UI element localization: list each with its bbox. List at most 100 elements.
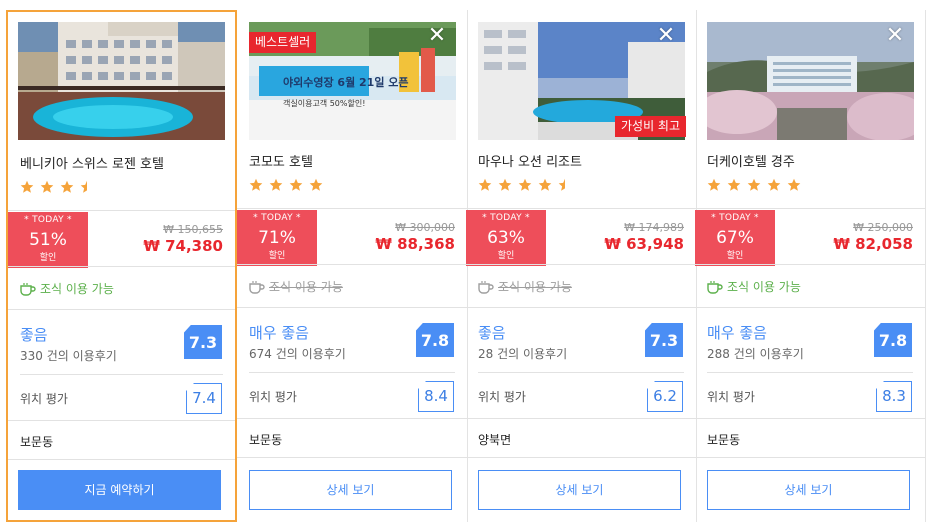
star-rating — [20, 180, 95, 196]
location-score-badge: 8.3 — [876, 381, 912, 412]
star-full-icon — [309, 178, 323, 191]
star-full-icon — [249, 178, 263, 191]
hotel-name[interactable]: 마우나 오션 리조트 — [478, 151, 582, 170]
star-rating — [707, 178, 802, 194]
bestseller-badge: 베스트셀러 — [249, 32, 317, 53]
hotel-name[interactable]: 코모도 호텔 — [249, 151, 313, 170]
divider — [695, 418, 925, 419]
review-score-badge: 7.8 — [874, 323, 912, 357]
star-full-icon — [727, 178, 741, 191]
rating-word: 좋음 — [20, 326, 48, 344]
view-details-button[interactable]: 상세 보기 — [249, 470, 452, 510]
book-now-button[interactable]: 지금 예약하기 — [18, 470, 221, 510]
divider — [466, 264, 696, 265]
star-rating — [249, 178, 324, 194]
hotel-photo[interactable] — [707, 22, 914, 140]
divider — [466, 418, 696, 419]
divider — [237, 264, 467, 265]
breakfast-info: 조식 이용 가능 — [20, 280, 114, 297]
star-full-icon — [538, 178, 552, 191]
review-count[interactable]: 330 건의 이용후기 — [20, 347, 117, 364]
best-value-badge: 가성비 최고 — [614, 116, 686, 137]
discount-label: 할인 — [39, 253, 57, 263]
sale-price[interactable]: ₩ 88,368 — [375, 235, 455, 253]
hotel-card[interactable]: 야외수영장 6월 21일 오픈 객실이용고객 50%할인! 베스트셀러 ✕ 코모… — [237, 10, 468, 522]
star-full-icon — [20, 180, 34, 193]
star-rating — [478, 178, 573, 194]
star-full-icon — [788, 178, 801, 191]
discount-label: 할인 — [497, 251, 515, 261]
hotel-photo-image — [18, 22, 225, 140]
hotel-photo[interactable] — [18, 22, 225, 140]
divider — [707, 372, 913, 373]
divider — [8, 309, 235, 310]
original-price: ₩ 250,000 — [853, 221, 913, 234]
original-price: ₩ 174,989 — [624, 221, 684, 234]
location-rating-label: 위치 평가 — [249, 390, 297, 404]
review-score-badge: 7.8 — [416, 323, 454, 357]
discount-percent: 51% — [29, 230, 67, 250]
view-details-button[interactable]: 상세 보기 — [478, 470, 681, 510]
review-count[interactable]: 28 건의 이용후기 — [478, 345, 567, 362]
discount-percent: 63% — [487, 228, 525, 248]
today-label: * TODAY * — [482, 213, 530, 223]
star-full-icon — [289, 178, 303, 191]
discount-label: 할인 — [726, 251, 744, 261]
view-details-button[interactable]: 상세 보기 — [707, 470, 910, 510]
hotel-name[interactable]: 더케이호텔 경주 — [707, 151, 795, 170]
sale-price[interactable]: ₩ 82,058 — [833, 235, 913, 253]
hotel-area: 보문동 — [707, 433, 741, 447]
star-full-icon — [518, 178, 532, 191]
rating-word: 매우 좋음 — [707, 324, 767, 342]
breakfast-info: 조식 이용 가능 — [478, 278, 572, 295]
sale-price[interactable]: ₩ 74,380 — [143, 237, 223, 255]
breakfast-info: 조식 이용 가능 — [249, 278, 343, 295]
divider — [8, 420, 235, 421]
divider — [466, 307, 696, 308]
breakfast-info: 조식 이용 가능 — [707, 278, 801, 295]
today-deal-badge: * TODAY * 63% 할인 — [466, 210, 546, 266]
divider — [237, 418, 467, 419]
hotel-card[interactable]: 베니키아 스위스 로젠 호텔 * TODAY * 51% 할인 ₩ 150,65… — [6, 10, 237, 522]
hotel-card[interactable]: ✕ 더케이호텔 경주 * TODAY * 67% 할인 ₩ 250,000 ₩ … — [695, 10, 926, 522]
sale-price[interactable]: ₩ 63,948 — [604, 235, 684, 253]
review-count[interactable]: 674 건의 이용후기 — [249, 345, 346, 362]
star-full-icon — [60, 180, 74, 193]
today-label: * TODAY * — [24, 215, 72, 225]
hotel-card[interactable]: 가성비 최고 ✕ 마우나 오션 리조트 * TODAY * 63% 할인 ₩ 1… — [466, 10, 697, 522]
location-score-badge: 6.2 — [647, 381, 683, 412]
discount-percent: 67% — [716, 228, 754, 248]
divider — [8, 266, 235, 267]
close-icon[interactable]: ✕ — [427, 25, 447, 47]
hotel-name[interactable]: 베니키아 스위스 로젠 호텔 — [20, 153, 164, 172]
close-icon[interactable]: ✕ — [656, 25, 676, 47]
star-full-icon — [498, 178, 512, 191]
divider — [695, 264, 925, 265]
discount-label: 할인 — [268, 251, 286, 261]
review-score-badge: 7.3 — [184, 325, 222, 359]
star-half-icon — [80, 180, 88, 193]
star-full-icon — [40, 180, 54, 193]
breakfast-label: 조식 이용 가능 — [727, 280, 801, 294]
today-label: * TODAY * — [711, 213, 759, 223]
star-full-icon — [478, 178, 492, 191]
today-label: * TODAY * — [253, 213, 301, 223]
divider — [237, 307, 467, 308]
breakfast-label: 조식 이용 가능 — [40, 282, 114, 296]
location-rating-label: 위치 평가 — [707, 390, 755, 404]
divider — [695, 457, 925, 458]
coffee-cup-icon — [478, 281, 494, 294]
review-count[interactable]: 288 건의 이용후기 — [707, 345, 804, 362]
hotel-photo-image — [707, 22, 914, 140]
star-full-icon — [747, 178, 761, 191]
star-full-icon — [707, 178, 721, 191]
rating-word: 좋음 — [478, 324, 506, 342]
divider — [466, 457, 696, 458]
coffee-cup-icon — [249, 281, 265, 294]
divider — [249, 372, 455, 373]
close-icon[interactable]: ✕ — [885, 25, 905, 47]
photo-caption-sub: 객실이용고객 50%할인! — [283, 98, 365, 108]
location-rating-label: 위치 평가 — [478, 390, 526, 404]
hotel-area: 보문동 — [249, 433, 283, 447]
review-score-badge: 7.3 — [645, 323, 683, 357]
